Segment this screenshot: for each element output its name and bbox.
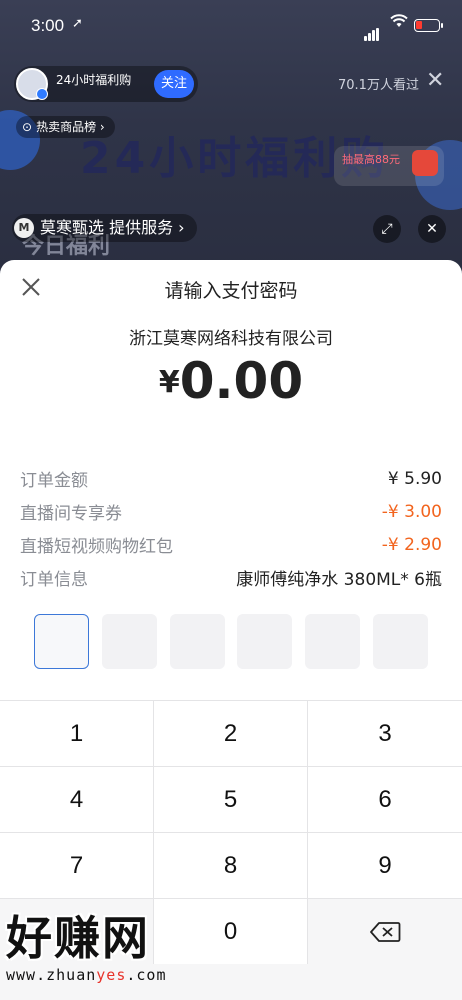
key-3[interactable]: 3 — [308, 701, 462, 766]
wifi-icon — [390, 14, 408, 32]
status-bar: 3:00 ➚ — [0, 0, 462, 54]
avatar[interactable] — [16, 68, 48, 100]
backspace-icon — [370, 921, 401, 942]
detail-row: 直播短视频购物红包 -¥ 2.90 — [20, 528, 442, 561]
battery-low-icon — [414, 19, 443, 32]
detail-label: 订单信息 — [20, 570, 88, 590]
detail-label: 直播短视频购物红包 — [20, 537, 173, 557]
detail-value: -¥ 3.00 — [381, 501, 442, 522]
key-7[interactable]: 7 — [0, 833, 153, 898]
signal-icon — [364, 22, 380, 41]
order-details: 订单金额 ¥ 5.90 直播间专享券 -¥ 3.00 直播短视频购物红包 -¥ … — [20, 462, 442, 594]
delete-key[interactable] — [308, 899, 462, 964]
watermark-url: www.zhuanyes.com — [6, 966, 167, 984]
key-1[interactable]: 1 — [0, 701, 153, 766]
live-stream-background: 24小时福利购 抽最高88元 今日福利 3:00 ➚ 24小时福利购 关注 70… — [0, 0, 462, 280]
detail-value: 康师傅纯净水 380ML* 6瓶 — [236, 570, 442, 590]
chevron-right-icon: › — [173, 218, 185, 237]
key-4[interactable]: 4 — [0, 767, 153, 832]
streamer-card[interactable]: 24小时福利购 关注 — [14, 66, 198, 102]
detail-row: 订单金额 ¥ 5.90 — [20, 462, 442, 495]
streamer-name: 24小时福利购 — [56, 73, 132, 87]
close-icon[interactable]: ✕ — [426, 68, 444, 94]
pin-digit-box[interactable] — [169, 614, 225, 669]
watermark: 好赚网 www.zhuanyes.com — [6, 910, 196, 990]
payment-amount: ¥0.00 — [0, 352, 462, 410]
sheet-title: 请输入支付密码 — [164, 280, 298, 302]
red-packet-icon — [412, 150, 438, 176]
viewer-count: 70.1万人看过 — [338, 78, 419, 93]
detail-row: 直播间专享券 -¥ 3.00 — [20, 495, 442, 528]
detail-value: ¥ 5.90 — [387, 468, 442, 489]
currency-symbol: ¥ — [158, 365, 180, 400]
key-2[interactable]: 2 — [154, 701, 307, 766]
pin-digit-box[interactable] — [101, 614, 157, 669]
key-9[interactable]: 9 — [308, 833, 462, 898]
pin-digit-box[interactable] — [237, 614, 293, 669]
pin-input[interactable] — [34, 614, 428, 669]
key-6[interactable]: 6 — [308, 767, 462, 832]
payment-sheet: 请输入支付密码 浙江莫寒网络科技有限公司 ¥0.00 订单金额 ¥ 5.90 直… — [0, 260, 462, 1000]
location-arrow-icon: ➚ — [72, 16, 83, 31]
watermark-title: 好赚网 — [6, 911, 150, 965]
pin-digit-box[interactable] — [34, 614, 89, 669]
brand-logo-icon: M — [14, 218, 34, 238]
service-provider[interactable]: M 莫寒甄选 提供服务 › — [12, 214, 197, 242]
follow-button[interactable]: 关注 — [154, 70, 194, 98]
key-5[interactable]: 5 — [154, 767, 307, 832]
detail-row: 订单信息 康师傅纯净水 380ML* 6瓶 — [20, 561, 442, 594]
location-pin-icon: ⊙ — [22, 120, 33, 134]
pin-digit-box[interactable] — [372, 614, 428, 669]
detail-label: 订单金额 — [20, 471, 88, 491]
status-time: 3:00 — [31, 16, 65, 35]
expand-icon[interactable]: ⤢ — [373, 215, 401, 243]
pin-digit-box[interactable] — [305, 614, 361, 669]
hot-tag-label: 热卖商品榜 — [36, 120, 97, 134]
key-8[interactable]: 8 — [154, 833, 307, 898]
close-icon[interactable]: ✕ — [418, 215, 446, 243]
detail-value: -¥ 2.90 — [381, 534, 442, 555]
service-text: 莫寒甄选 提供服务 — [40, 218, 174, 237]
merchant-name: 浙江莫寒网络科技有限公司 — [129, 329, 333, 349]
hot-products-tag[interactable]: ⊙ 热卖商品榜 › — [16, 116, 115, 138]
amount-value: 0.00 — [179, 352, 304, 410]
detail-label: 直播间专享券 — [20, 504, 122, 524]
